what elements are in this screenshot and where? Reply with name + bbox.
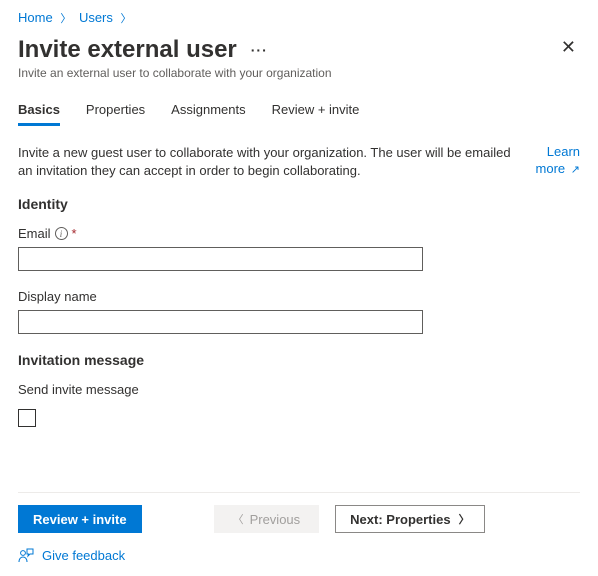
invitation-section-heading: Invitation message [18,352,580,368]
external-link-icon: ↗ [571,164,580,176]
tab-basics[interactable]: Basics [18,102,60,126]
breadcrumb-users[interactable]: Users [79,10,113,25]
page-title-text: Invite external user [18,36,237,64]
tab-bar: Basics Properties Assignments Review + i… [0,84,598,126]
next-button[interactable]: Next: Properties 〉 [335,505,484,533]
chevron-right-icon: 〉 [60,13,71,25]
breadcrumb: Home 〉 Users 〉 [0,0,598,32]
person-feedback-icon [18,547,34,563]
page-subtitle: Invite an external user to collaborate w… [18,66,557,80]
email-label-text: Email [18,226,51,241]
info-icon[interactable]: i [55,227,68,240]
previous-button-label: Previous [250,512,301,527]
intro-text: Invite a new guest user to collaborate w… [18,144,522,180]
tab-review-invite[interactable]: Review + invite [272,102,360,126]
next-button-label: Next: Properties [350,512,450,527]
breadcrumb-home[interactable]: Home [18,10,53,25]
more-actions-icon[interactable]: ··· [251,42,268,58]
chevron-left-icon: 〈 [233,511,244,527]
tab-properties[interactable]: Properties [86,102,145,126]
display-name-field[interactable] [18,310,423,334]
display-name-label-text: Display name [18,289,97,304]
display-name-label: Display name [18,289,580,304]
give-feedback-link[interactable]: Give feedback [18,545,125,565]
send-invite-label-text: Send invite message [18,382,139,397]
identity-section-heading: Identity [18,196,580,212]
learn-more-link[interactable]: Learn more ↗ [536,144,580,178]
learn-more-text-1: Learn [547,144,580,159]
send-invite-label: Send invite message [18,382,580,397]
learn-more-text-2: more [536,161,566,176]
footer: Review + invite 〈 Previous Next: Propert… [0,492,598,576]
page-title: Invite external user ··· [18,36,268,64]
page-header: Invite external user ··· Invite an exter… [0,32,598,84]
send-invite-checkbox[interactable] [18,409,36,427]
give-feedback-label: Give feedback [42,548,125,563]
previous-button: 〈 Previous [214,505,320,533]
email-field[interactable] [18,247,423,271]
review-invite-button[interactable]: Review + invite [18,505,142,533]
chevron-right-icon: 〉 [121,13,132,25]
required-indicator: * [72,226,77,241]
footer-divider [18,492,580,493]
tab-assignments[interactable]: Assignments [171,102,245,126]
close-icon[interactable]: ✕ [557,36,580,58]
email-label: Email i * [18,226,580,241]
chevron-right-icon: 〉 [459,511,470,527]
